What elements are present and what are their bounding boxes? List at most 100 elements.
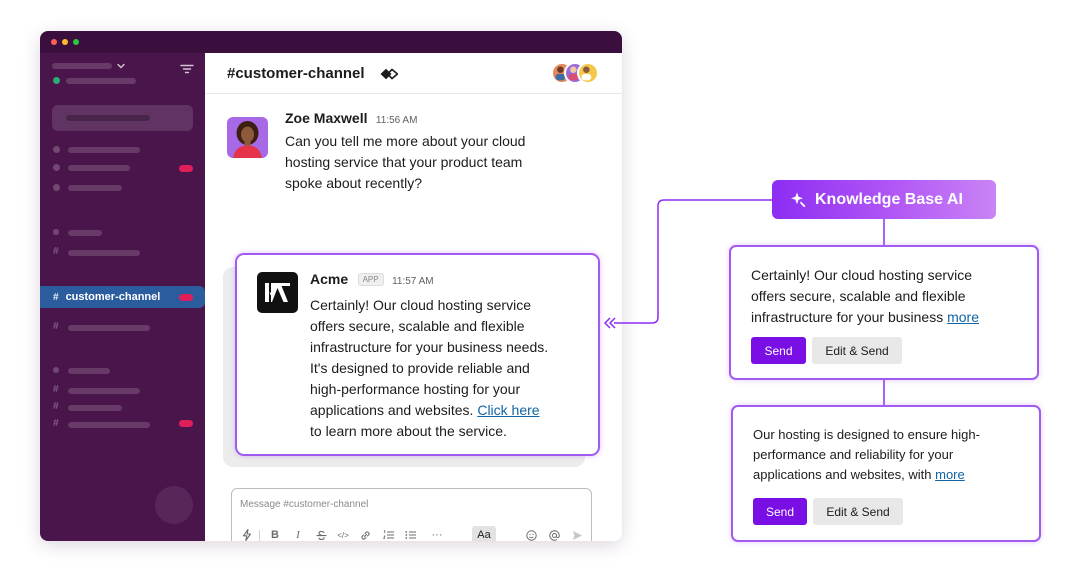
message-line: Can you tell me more about your cloud [285, 133, 526, 149]
suggestion-line: infrastructure for your business more [751, 307, 979, 328]
sidebar-channel-item[interactable] [68, 250, 140, 256]
edit-and-send-button[interactable]: Edit & Send [813, 498, 903, 525]
mention-icon[interactable] [547, 526, 561, 541]
message-acme: Acme APP 11:57 AM Certainly! Our cloud h… [235, 253, 600, 456]
avatar[interactable] [227, 117, 268, 158]
bullet-list-icon[interactable] [404, 526, 418, 541]
suggestion-line-text: applications and websites, with [753, 467, 936, 482]
message-text: Certainly! Our cloud hosting service off… [310, 295, 548, 442]
message-text: Can you tell me more about your cloud ho… [285, 131, 525, 194]
suggestion-line: performance and reliability for your [753, 447, 954, 462]
sidebar-channel-item[interactable] [68, 388, 140, 394]
ordered-list-icon[interactable] [382, 526, 396, 541]
message-header: Zoe Maxwell 11:56 AM [285, 110, 417, 128]
message-header: Acme APP 11:57 AM [310, 271, 434, 289]
link-icon[interactable] [358, 526, 372, 541]
toolbar-divider [259, 530, 260, 541]
unread-badge [179, 294, 193, 301]
app-window: # # customer-channel # # # # #customer-c… [40, 31, 622, 541]
message-line: infrastructure for your business needs. [310, 339, 549, 355]
channel-hash-icon: # [53, 321, 59, 332]
edit-and-send-button[interactable]: Edit & Send [812, 337, 902, 364]
send-icon[interactable] [570, 526, 584, 541]
channel-hash-icon: # [53, 291, 59, 303]
channel-title[interactable]: #customer-channel [227, 65, 365, 82]
sidebar: # # customer-channel # # # # [40, 53, 205, 541]
chevron-down-icon[interactable] [117, 62, 125, 70]
title-bar [40, 31, 622, 53]
suggestion-line: offers secure, scalable and flexible [751, 288, 966, 304]
suggestion-card: Our hosting is designed to ensure high- … [731, 405, 1041, 542]
sidebar-nav-item[interactable] [68, 185, 122, 191]
sidebar-search[interactable] [52, 105, 193, 131]
more-link[interactable]: more [947, 309, 979, 325]
click-here-link[interactable]: Click here [477, 402, 539, 418]
filter-icon[interactable] [180, 64, 194, 74]
acme-logo[interactable] [257, 272, 298, 313]
close-window-button[interactable] [51, 39, 57, 45]
lightning-icon[interactable] [240, 526, 254, 541]
suggestion-line-text: infrastructure for your business [751, 309, 948, 325]
workspace-name-placeholder[interactable] [52, 63, 112, 69]
emoji-icon[interactable] [524, 526, 538, 541]
more-formatting-button[interactable]: ··· [428, 526, 446, 541]
knowledge-base-ai-badge[interactable]: Knowledge Base AI [772, 180, 996, 219]
message-line-text: applications and websites. [310, 402, 478, 418]
message-timestamp[interactable]: 11:56 AM [376, 115, 418, 126]
user-avatar[interactable] [155, 486, 193, 524]
member-avatar [577, 62, 599, 84]
maximize-window-button[interactable] [73, 39, 79, 45]
message-input[interactable] [240, 495, 580, 513]
message-line: offers secure, scalable and flexible [310, 318, 525, 334]
channel-members[interactable] [551, 62, 603, 84]
format-toggle-button[interactable]: Aa [472, 526, 496, 541]
nav-dot-icon [53, 146, 60, 153]
sidebar-search-placeholder [66, 115, 150, 121]
sidebar-channel-item[interactable] [68, 405, 122, 411]
channel-hash-icon: # [53, 384, 59, 395]
message-author[interactable]: Zoe Maxwell [285, 110, 367, 126]
sparkle-icon [791, 192, 806, 208]
suggestion-text: Our hosting is designed to ensure high- … [753, 425, 980, 485]
suggestion-text: Certainly! Our cloud hosting service off… [751, 265, 979, 328]
message-line: applications and websites. Click here [310, 400, 548, 421]
minimize-window-button[interactable] [62, 39, 68, 45]
send-button[interactable]: Send [753, 498, 807, 525]
sidebar-item-customer-channel[interactable]: # customer-channel [40, 286, 205, 308]
suggestion-line: Our hosting is designed to ensure high- [753, 427, 980, 442]
unread-badge [179, 165, 193, 172]
channel-pane: #customer-channel Zoe Maxwell 11:56 AM C… [205, 53, 622, 541]
message-composer: B I </> ··· Aa [231, 488, 592, 541]
composer-toolbar: B I </> ··· Aa [232, 522, 591, 541]
strikethrough-icon[interactable] [314, 526, 328, 541]
sidebar-section-header[interactable] [68, 368, 110, 374]
message-author[interactable]: Acme [310, 271, 348, 287]
suggestion-line: Certainly! Our cloud hosting service [751, 267, 972, 283]
sidebar-section-header[interactable] [68, 230, 102, 236]
channel-hash-icon: # [53, 418, 59, 429]
sidebar-channel-item[interactable] [68, 325, 150, 331]
code-button[interactable]: </> [334, 526, 352, 541]
message-line: to learn more about the service. [310, 423, 507, 439]
send-button[interactable]: Send [751, 337, 806, 364]
italic-button[interactable]: I [291, 526, 305, 541]
message-line: hosting service that your product team [285, 154, 523, 170]
message-line: high-performance hosting for your [310, 381, 521, 397]
knowledge-base-title: Knowledge Base AI [815, 190, 963, 208]
diamond-link-icon[interactable] [380, 68, 398, 80]
sidebar-item-label: customer-channel [65, 291, 161, 303]
section-dot-icon [53, 229, 59, 235]
bold-button[interactable]: B [268, 526, 282, 541]
suggestion-line: applications and websites, with more [753, 465, 980, 485]
sidebar-channel-item[interactable] [68, 422, 150, 428]
sidebar-nav-item[interactable] [68, 165, 130, 171]
channel-hash-icon: # [53, 246, 59, 257]
message-line: spoke about recently? [285, 175, 422, 191]
sidebar-nav-item[interactable] [68, 147, 140, 153]
channel-header: #customer-channel [205, 53, 622, 94]
more-link[interactable]: more [935, 467, 965, 482]
section-dot-icon [53, 367, 59, 373]
app-badge: APP [357, 273, 384, 286]
suggestion-card: Certainly! Our cloud hosting service off… [729, 245, 1039, 380]
message-timestamp[interactable]: 11:57 AM [392, 276, 434, 287]
